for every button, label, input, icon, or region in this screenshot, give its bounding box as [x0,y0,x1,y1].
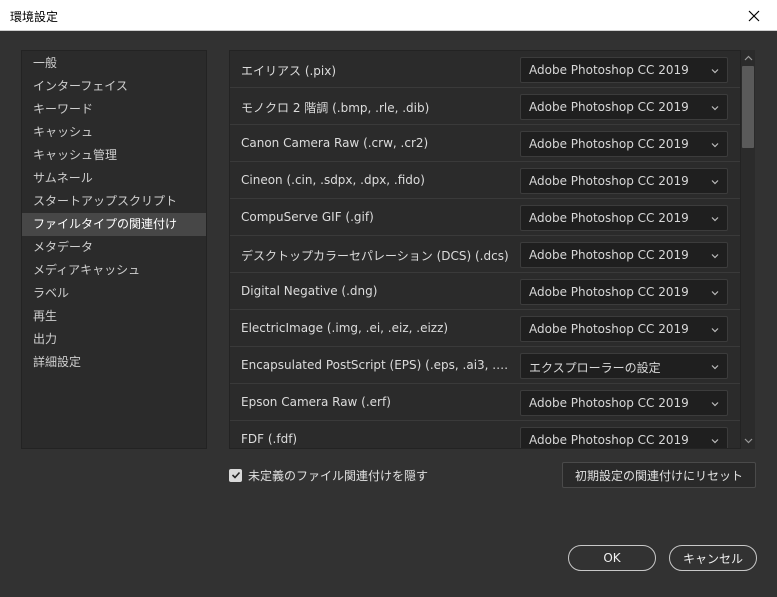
chevron-down-icon [711,365,719,370]
association-row: Cineon (.cin, .sdpx, .dpx, .fido) Adobe P… [230,162,740,199]
chevron-down-icon [711,217,719,222]
app-dropdown-value: Adobe Photoshop CC 2019 [529,100,689,114]
app-dropdown-value: Adobe Photoshop CC 2019 [529,322,689,336]
scroll-down-button[interactable] [741,435,755,447]
association-row: ElectricImage (.img, .ei, .eiz, .eizz) Ad… [230,310,740,347]
app-dropdown[interactable]: Adobe Photoshop CC 2019 [520,131,728,157]
chevron-down-icon [711,291,719,296]
sidebar-item[interactable]: 一般 [22,52,206,75]
sidebar-list: 一般 インターフェイス キーワード キャッシュ キャッシュ管理 サムネール スタートアップス… [22,51,206,374]
file-type-label: Epson Camera Raw (.erf) [241,395,391,409]
app-dropdown[interactable]: Adobe Photoshop CC 2019 [520,57,728,83]
title-bar: 環境設定 [0,0,777,31]
close-button[interactable] [731,0,777,31]
file-type-label: Canon Camera Raw (.crw, .cr2) [241,136,429,150]
checkmark-icon [231,471,240,479]
sidebar-item[interactable]: メディアキャッシュ [22,259,206,282]
close-icon [748,10,760,21]
chevron-down-icon [711,439,719,444]
chevron-down-icon [711,106,719,111]
sidebar-item[interactable]: ファイルタイプの関連付け [22,213,206,236]
app-dropdown[interactable]: Adobe Photoshop CC 2019 [520,279,728,305]
sidebar-item[interactable]: キャッシュ管理 [22,144,206,167]
app-dropdown-value: Adobe Photoshop CC 2019 [529,211,689,225]
association-scrollbar[interactable] [741,50,755,449]
chevron-down-icon [711,180,719,185]
app-dropdown[interactable]: Adobe Photoshop CC 2019 [520,316,728,342]
ok-button[interactable]: OK [568,545,656,571]
association-row: モノクロ 2 階調 (.bmp, .rle, .dib) Adobe Photos… [230,88,740,125]
app-dropdown-value: Adobe Photoshop CC 2019 [529,63,689,77]
hide-undefined-option[interactable]: 未定義のファイル関連付けを隠す [229,466,428,484]
chevron-down-icon [711,69,719,74]
app-dropdown-value: Adobe Photoshop CC 2019 [529,248,689,262]
sidebar-item[interactable]: スタートアップスクリプト [22,190,206,213]
app-dropdown-value: Adobe Photoshop CC 2019 [529,285,689,299]
chevron-down-icon [711,402,719,407]
file-type-label: Digital Negative (.dng) [241,284,378,298]
app-dropdown-value: Adobe Photoshop CC 2019 [529,137,689,151]
association-row: デスクトップカラーセパレーション (DCS) (.dcs) Adobe Photo… [230,236,740,273]
app-dropdown[interactable]: Adobe Photoshop CC 2019 [520,390,728,416]
app-dropdown-value: Adobe Photoshop CC 2019 [529,433,689,447]
chevron-down-icon [711,328,719,333]
file-type-label: FDF (.fdf) [241,432,298,446]
association-row: Canon Camera Raw (.crw, .cr2) Adobe Photo… [230,125,740,162]
sidebar-item[interactable]: メタデータ [22,236,206,259]
chevron-up-icon [744,55,752,61]
file-type-label: Cineon (.cin, .sdpx, .dpx, .fido) [241,173,425,187]
file-type-label: ElectricImage (.img, .ei, .eiz, .eizz) [241,321,449,335]
file-type-label: エイリアス (.pix) [241,64,337,78]
file-type-label: CompuServe GIF (.gif) [241,210,374,224]
cancel-button[interactable]: キャンセル [669,545,757,571]
sidebar-item[interactable]: インターフェイス [22,75,206,98]
scrollbar-thumb[interactable] [742,66,754,148]
association-row: エイリアス (.pix) Adobe Photoshop CC 2019 [230,51,740,88]
app-dropdown[interactable]: Adobe Photoshop CC 2019 [520,242,728,268]
sidebar-item[interactable]: キャッシュ [22,121,206,144]
scroll-up-button[interactable] [741,52,755,64]
window-title: 環境設定 [10,10,59,24]
hide-undefined-checkbox[interactable] [229,468,242,482]
sidebar-item[interactable]: ラベル [22,282,206,305]
association-row: Encapsulated PostScript (EPS) (.eps, .ai… [230,347,740,384]
file-type-label: Encapsulated PostScript (EPS) (.eps, .ai… [241,358,511,372]
association-row: Digital Negative (.dng) Adobe Photoshop C… [230,273,740,310]
app-dropdown[interactable]: Adobe Photoshop CC 2019 [520,427,728,448]
sidebar-item[interactable]: 再生 [22,305,206,328]
association-row: FDF (.fdf) Adobe Photoshop CC 2019 [230,421,740,448]
app-dropdown-value: エクスプローラーの設定 [529,361,661,375]
app-dropdown[interactable]: Adobe Photoshop CC 2019 [520,205,728,231]
sidebar-item[interactable]: 出力 [22,328,206,351]
file-type-label: モノクロ 2 階調 (.bmp, .rle, .dib) [241,101,430,115]
chevron-down-icon [711,254,719,259]
app-dropdown[interactable]: Adobe Photoshop CC 2019 [520,94,728,120]
app-dropdown[interactable]: Adobe Photoshop CC 2019 [520,168,728,194]
reset-associations-button[interactable]: 初期設定の関連付けにリセット [562,462,756,488]
sidebar-item[interactable]: 詳細設定 [22,351,206,374]
app-dropdown-value: Adobe Photoshop CC 2019 [529,174,689,188]
app-dropdown-value: Adobe Photoshop CC 2019 [529,396,689,410]
app-dropdown[interactable]: エクスプローラーの設定 [520,353,728,379]
association-row: CompuServe GIF (.gif) Adobe Photoshop CC … [230,199,740,236]
hide-undefined-label: 未定義のファイル関連付けを隠す [248,468,429,483]
sidebar-item[interactable]: キーワード [22,98,206,121]
file-type-label: デスクトップカラーセパレーション (DCS) (.dcs) [241,249,509,263]
chevron-down-icon [744,438,752,444]
sidebar-item[interactable]: サムネール [22,167,206,190]
file-association-list: エイリアス (.pix) Adobe Photoshop CC 2019 モノクロ … [229,50,741,449]
chevron-down-icon [711,143,719,148]
association-row: Epson Camera Raw (.erf) Adobe Photoshop C… [230,384,740,421]
preferences-sidebar: 一般 インターフェイス キーワード キャッシュ キャッシュ管理 サムネール スタートアップス… [21,50,207,449]
